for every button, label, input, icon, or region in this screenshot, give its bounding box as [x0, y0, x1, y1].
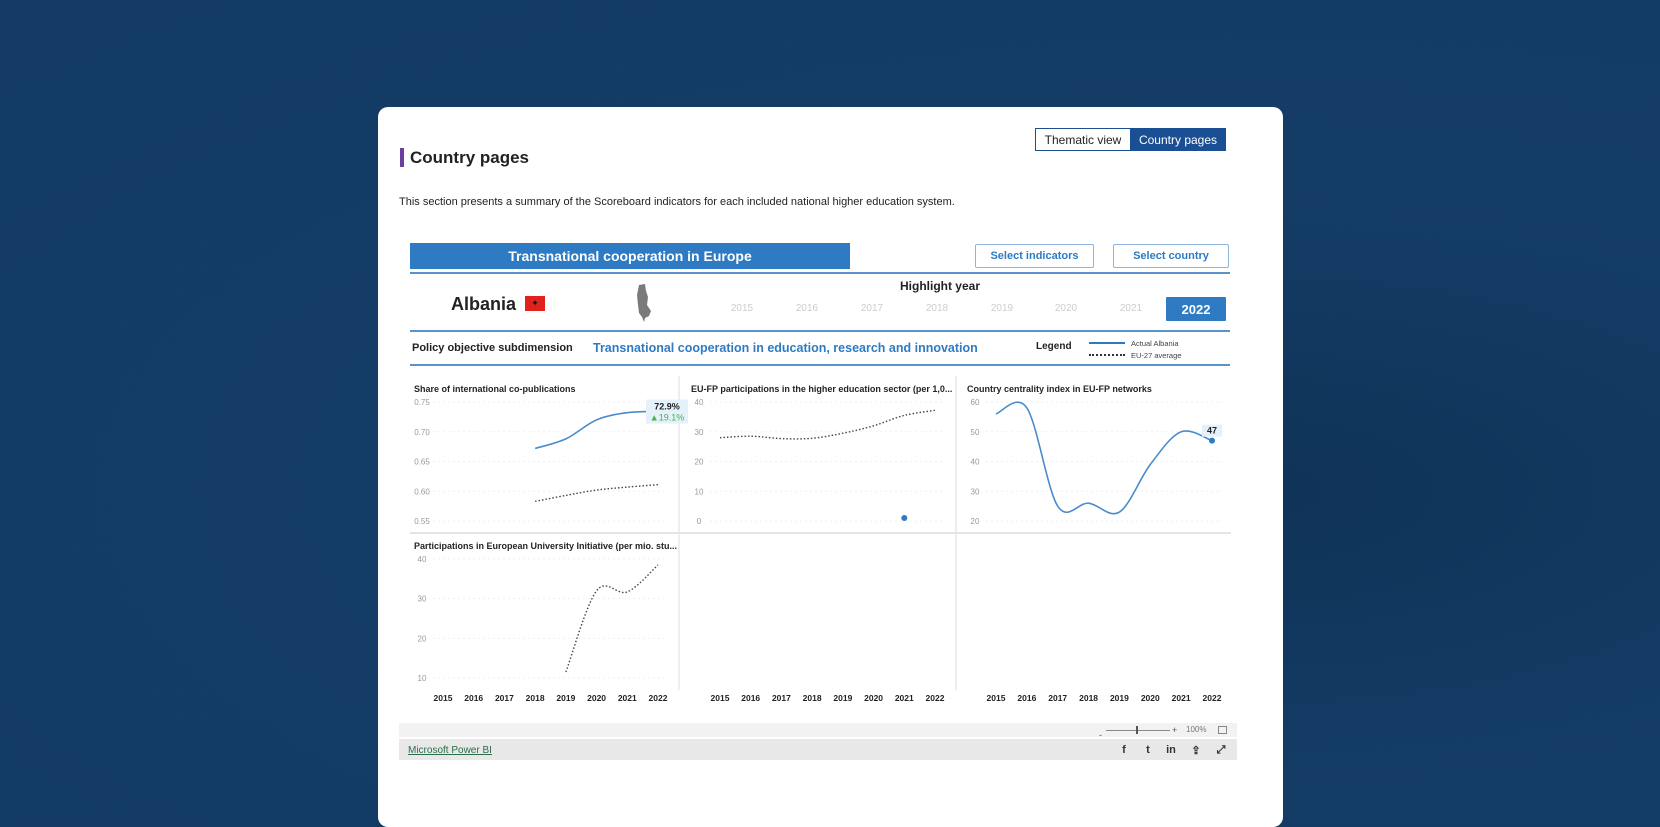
y-tick-label: 40 [695, 398, 704, 407]
x-tick-label: 2016 [464, 693, 483, 703]
series-line-eu-27-average [535, 484, 659, 503]
share-icon[interactable]: ⇪ [1189, 744, 1203, 757]
x-tick-label: 2015 [987, 693, 1006, 703]
twitter-icon[interactable]: t [1141, 744, 1155, 756]
data-point [901, 515, 908, 522]
y-tick-label: 30 [971, 487, 980, 496]
x-tick-label: 2018 [1079, 693, 1098, 703]
facebook-icon[interactable]: f [1117, 744, 1131, 756]
zoom-slider-handle[interactable] [1136, 726, 1138, 734]
y-tick-label: 0.65 [414, 458, 430, 467]
x-tick-label: 2017 [1048, 693, 1067, 703]
chart-title: Participations in European University In… [414, 541, 677, 551]
y-tick-label: 10 [418, 674, 427, 683]
y-tick-label: 20 [971, 517, 980, 526]
y-tick-label: 20 [695, 458, 704, 467]
annotation-value: 47 [1207, 426, 1217, 436]
x-tick-label: 2018 [526, 693, 545, 703]
powerbi-link[interactable]: Microsoft Power BI [408, 745, 492, 756]
y-tick-label: 0 [697, 517, 702, 526]
zoom-in-button[interactable]: + [1172, 725, 1177, 735]
fit-page-icon[interactable] [1218, 726, 1227, 734]
y-tick-label: 30 [418, 595, 427, 604]
x-tick-label: 2020 [864, 693, 883, 703]
series-line-actual-albania [995, 401, 1213, 515]
x-tick-label: 2022 [926, 693, 945, 703]
y-tick-label: 10 [695, 487, 704, 496]
x-tick-label: 2019 [1110, 693, 1129, 703]
x-tick-label: 2022 [649, 693, 668, 703]
x-tick-label: 2015 [434, 693, 453, 703]
chart-title: Country centrality index in EU-FP networ… [967, 384, 1152, 394]
chart-title: EU-FP participations in the higher educa… [691, 384, 952, 394]
x-tick-label: 2015 [711, 693, 730, 703]
x-tick-label: 2021 [618, 693, 637, 703]
x-tick-label: 2018 [803, 693, 822, 703]
y-tick-label: 40 [971, 458, 980, 467]
x-tick-label: 2016 [741, 693, 760, 703]
x-tick-label: 2022 [1203, 693, 1222, 703]
y-tick-label: 40 [418, 555, 427, 564]
charts-grid: Share of international co-publications 0.… [410, 376, 1231, 703]
series-line-actual-albania [534, 410, 659, 450]
x-tick-label: 2017 [772, 693, 791, 703]
linkedin-icon[interactable]: in [1164, 744, 1178, 756]
annotation-value: 72.9% [654, 402, 680, 412]
series-line-eu-27-average [719, 409, 936, 440]
x-tick-label: 2020 [587, 693, 606, 703]
x-tick-label: 2021 [1172, 693, 1191, 703]
zoom-level: 100% [1186, 725, 1207, 734]
y-tick-label: 0.70 [414, 428, 430, 437]
chart-title: Share of international co-publications [414, 384, 576, 394]
x-tick-label: 2019 [556, 693, 575, 703]
fullscreen-icon[interactable]: ⤢ [1214, 744, 1228, 757]
series-line-eu-27-average [565, 564, 659, 673]
y-tick-label: 20 [418, 634, 427, 643]
x-tick-label: 2017 [495, 693, 514, 703]
y-tick-label: 60 [971, 398, 980, 407]
zoom-slider[interactable] [1106, 730, 1170, 731]
powerbi-bar [399, 739, 1237, 760]
x-tick-label: 2021 [895, 693, 914, 703]
x-tick-label: 2019 [833, 693, 852, 703]
data-point [1209, 437, 1215, 444]
y-tick-label: 50 [971, 428, 980, 437]
y-tick-label: 30 [695, 428, 704, 437]
y-tick-label: 0.60 [414, 487, 430, 496]
annotation-change: ▲19.1% [650, 413, 684, 423]
x-tick-label: 2016 [1017, 693, 1036, 703]
x-tick-label: 2020 [1141, 693, 1160, 703]
y-tick-label: 0.75 [414, 398, 430, 407]
y-tick-label: 0.55 [414, 517, 430, 526]
